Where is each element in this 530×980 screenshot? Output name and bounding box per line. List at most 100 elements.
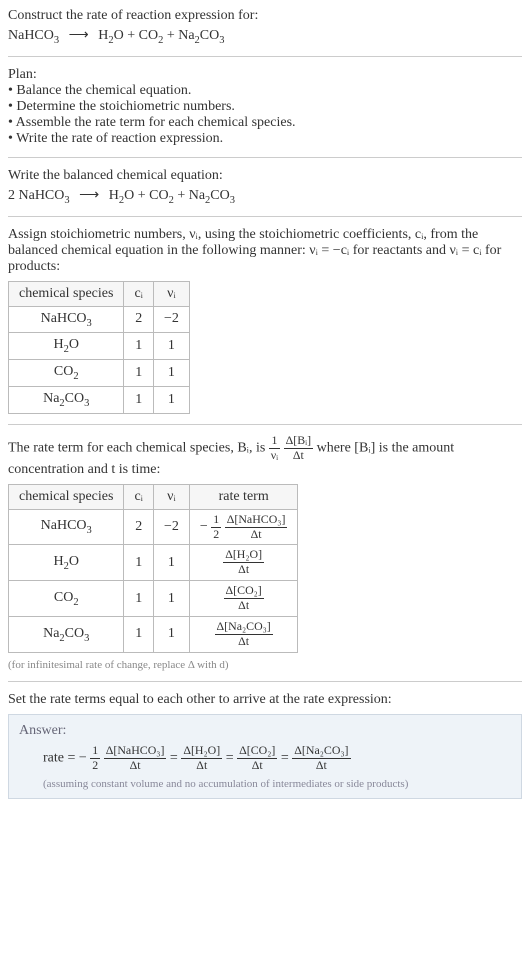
cell-ci: 1 — [124, 360, 154, 387]
table-row: H2O 1 1 — [9, 333, 190, 360]
cell-rate-term: Δ[Na₂CO₃]Δt — [189, 617, 298, 653]
unbalanced-equation: NaHCO3 ⟶ H2O + CO2 + Na2CO3 — [8, 27, 522, 46]
coeff-frac: 12 — [90, 745, 100, 772]
frac-den: Δt — [292, 759, 350, 772]
table-row: Na2CO3 1 1 — [9, 386, 190, 413]
frac-num: Δ[Bᵢ] — [284, 435, 313, 449]
frac-den: Δt — [284, 449, 313, 462]
frac-den: 2 — [90, 759, 100, 772]
col-species: chemical species — [9, 281, 124, 306]
sign: − — [200, 519, 208, 534]
table-row: NaHCO3 2 −2 — [9, 306, 190, 333]
frac-num: 1 — [90, 745, 100, 759]
stoich-table: chemical species cᵢ νᵢ NaHCO3 2 −2 H2O 1… — [8, 281, 190, 414]
col-ci: cᵢ — [124, 484, 154, 509]
cell-nui: 1 — [153, 581, 189, 617]
frac-num: Δ[H₂O] — [223, 549, 264, 563]
arrow-icon: ⟶ — [63, 28, 95, 43]
coeff-frac: 12 — [211, 514, 221, 541]
answer-expression: rate = − 12 Δ[NaHCO₃]Δt = Δ[H₂O]Δt = Δ[C… — [43, 745, 511, 772]
balanced-rhs: H2O + CO2 + Na2CO3 — [109, 188, 235, 203]
table-row: H2O 1 1 Δ[H₂O]Δt — [9, 545, 298, 581]
arrow-icon: ⟶ — [73, 188, 105, 203]
plan-item: • Assemble the rate term for each chemic… — [8, 115, 522, 131]
frac-num: 1 — [211, 514, 221, 528]
frac-num: Δ[NaHCO₃] — [104, 745, 167, 759]
plan-item-text: Determine the stoichiometric numbers. — [16, 99, 235, 114]
cell-nui: 1 — [153, 386, 189, 413]
conc-frac: Δ[Na₂CO₃]Δt — [292, 745, 350, 772]
plan-heading: Plan: — [8, 67, 522, 83]
frac-den: Δt — [104, 759, 167, 772]
plan-item: • Balance the chemical equation. — [8, 83, 522, 99]
plan-item: • Write the rate of reaction expression. — [8, 131, 522, 147]
conc-frac: Δ[NaHCO₃]Δt — [104, 745, 167, 772]
col-species: chemical species — [9, 484, 124, 509]
cell-nui: 1 — [153, 545, 189, 581]
frac-dBi-dt: Δ[Bᵢ] Δt — [284, 435, 313, 462]
equals-sign: = — [281, 750, 292, 765]
answer-label: Answer: — [19, 723, 511, 739]
equals-sign: = — [170, 750, 181, 765]
cell-species: Na2CO3 — [9, 386, 124, 413]
cell-ci: 2 — [124, 306, 154, 333]
frac-num: Δ[CO₂] — [237, 745, 277, 759]
col-nui: νᵢ — [153, 281, 189, 306]
cell-rate-term: Δ[H₂O]Δt — [189, 545, 298, 581]
plan-item-text: Assemble the rate term for each chemical… — [16, 115, 296, 130]
col-rate-term: rate term — [189, 484, 298, 509]
cell-nui: −2 — [153, 306, 189, 333]
conc-frac: Δ[NaHCO₃]Δt — [225, 514, 288, 541]
divider — [8, 216, 522, 217]
text-fragment: The rate term for each chemical species,… — [8, 440, 269, 455]
table-row: CO2 1 1 Δ[CO₂]Δt — [9, 581, 298, 617]
cell-ci: 1 — [124, 545, 154, 581]
col-nui: νᵢ — [153, 484, 189, 509]
balanced-heading: Write the balanced chemical equation: — [8, 168, 522, 184]
frac-num: Δ[CO₂] — [224, 585, 264, 599]
unbalanced-rhs: H2O + CO2 + Na2CO3 — [98, 28, 224, 43]
cell-species: NaHCO3 — [9, 509, 124, 545]
divider — [8, 681, 522, 682]
frac-den: Δt — [225, 528, 288, 541]
cell-rate-term: − 12 Δ[NaHCO₃]Δt — [189, 509, 298, 545]
divider — [8, 56, 522, 57]
infinitesimal-note: (for infinitesimal rate of change, repla… — [8, 659, 522, 671]
table-row: CO2 1 1 — [9, 360, 190, 387]
balanced-lhs: 2 NaHCO3 — [8, 188, 70, 203]
plan-item-text: Balance the chemical equation. — [16, 83, 191, 98]
conc-frac: Δ[H₂O]Δt — [223, 549, 264, 576]
rate-term-paragraph: The rate term for each chemical species,… — [8, 435, 522, 478]
balanced-equation: 2 NaHCO3 ⟶ H2O + CO2 + Na2CO3 — [8, 187, 522, 206]
frac-num: Δ[H₂O] — [181, 745, 222, 759]
cell-nui: 1 — [153, 617, 189, 653]
cell-species: Na2CO3 — [9, 617, 124, 653]
cell-ci: 2 — [124, 509, 154, 545]
col-ci: cᵢ — [124, 281, 154, 306]
conc-frac: Δ[CO₂]Δt — [224, 585, 264, 612]
divider — [8, 157, 522, 158]
rate-equals: rate = − — [43, 750, 87, 765]
frac-den: νᵢ — [269, 449, 280, 462]
answer-box: Answer: rate = − 12 Δ[NaHCO₃]Δt = Δ[H₂O]… — [8, 714, 522, 799]
frac-num: Δ[Na₂CO₃] — [215, 621, 273, 635]
table-header-row: chemical species cᵢ νᵢ — [9, 281, 190, 306]
frac-num: Δ[NaHCO₃] — [225, 514, 288, 528]
cell-species: CO2 — [9, 360, 124, 387]
table-row: NaHCO3 2 −2 − 12 Δ[NaHCO₃]Δt — [9, 509, 298, 545]
final-heading: Set the rate terms equal to each other t… — [8, 692, 522, 708]
frac-num: Δ[Na₂CO₃] — [292, 745, 350, 759]
conc-frac: Δ[Na₂CO₃]Δt — [215, 621, 273, 648]
answer-note: (assuming constant volume and no accumul… — [43, 778, 511, 790]
frac-den: Δt — [237, 759, 277, 772]
cell-ci: 1 — [124, 581, 154, 617]
cell-species: H2O — [9, 333, 124, 360]
plan-item: • Determine the stoichiometric numbers. — [8, 99, 522, 115]
frac-den: Δt — [224, 599, 264, 612]
cell-species: NaHCO3 — [9, 306, 124, 333]
cell-species: CO2 — [9, 581, 124, 617]
prompt-line-1: Construct the rate of reaction expressio… — [8, 8, 522, 24]
conc-frac: Δ[H₂O]Δt — [181, 745, 222, 772]
cell-nui: −2 — [153, 509, 189, 545]
cell-rate-term: Δ[CO₂]Δt — [189, 581, 298, 617]
